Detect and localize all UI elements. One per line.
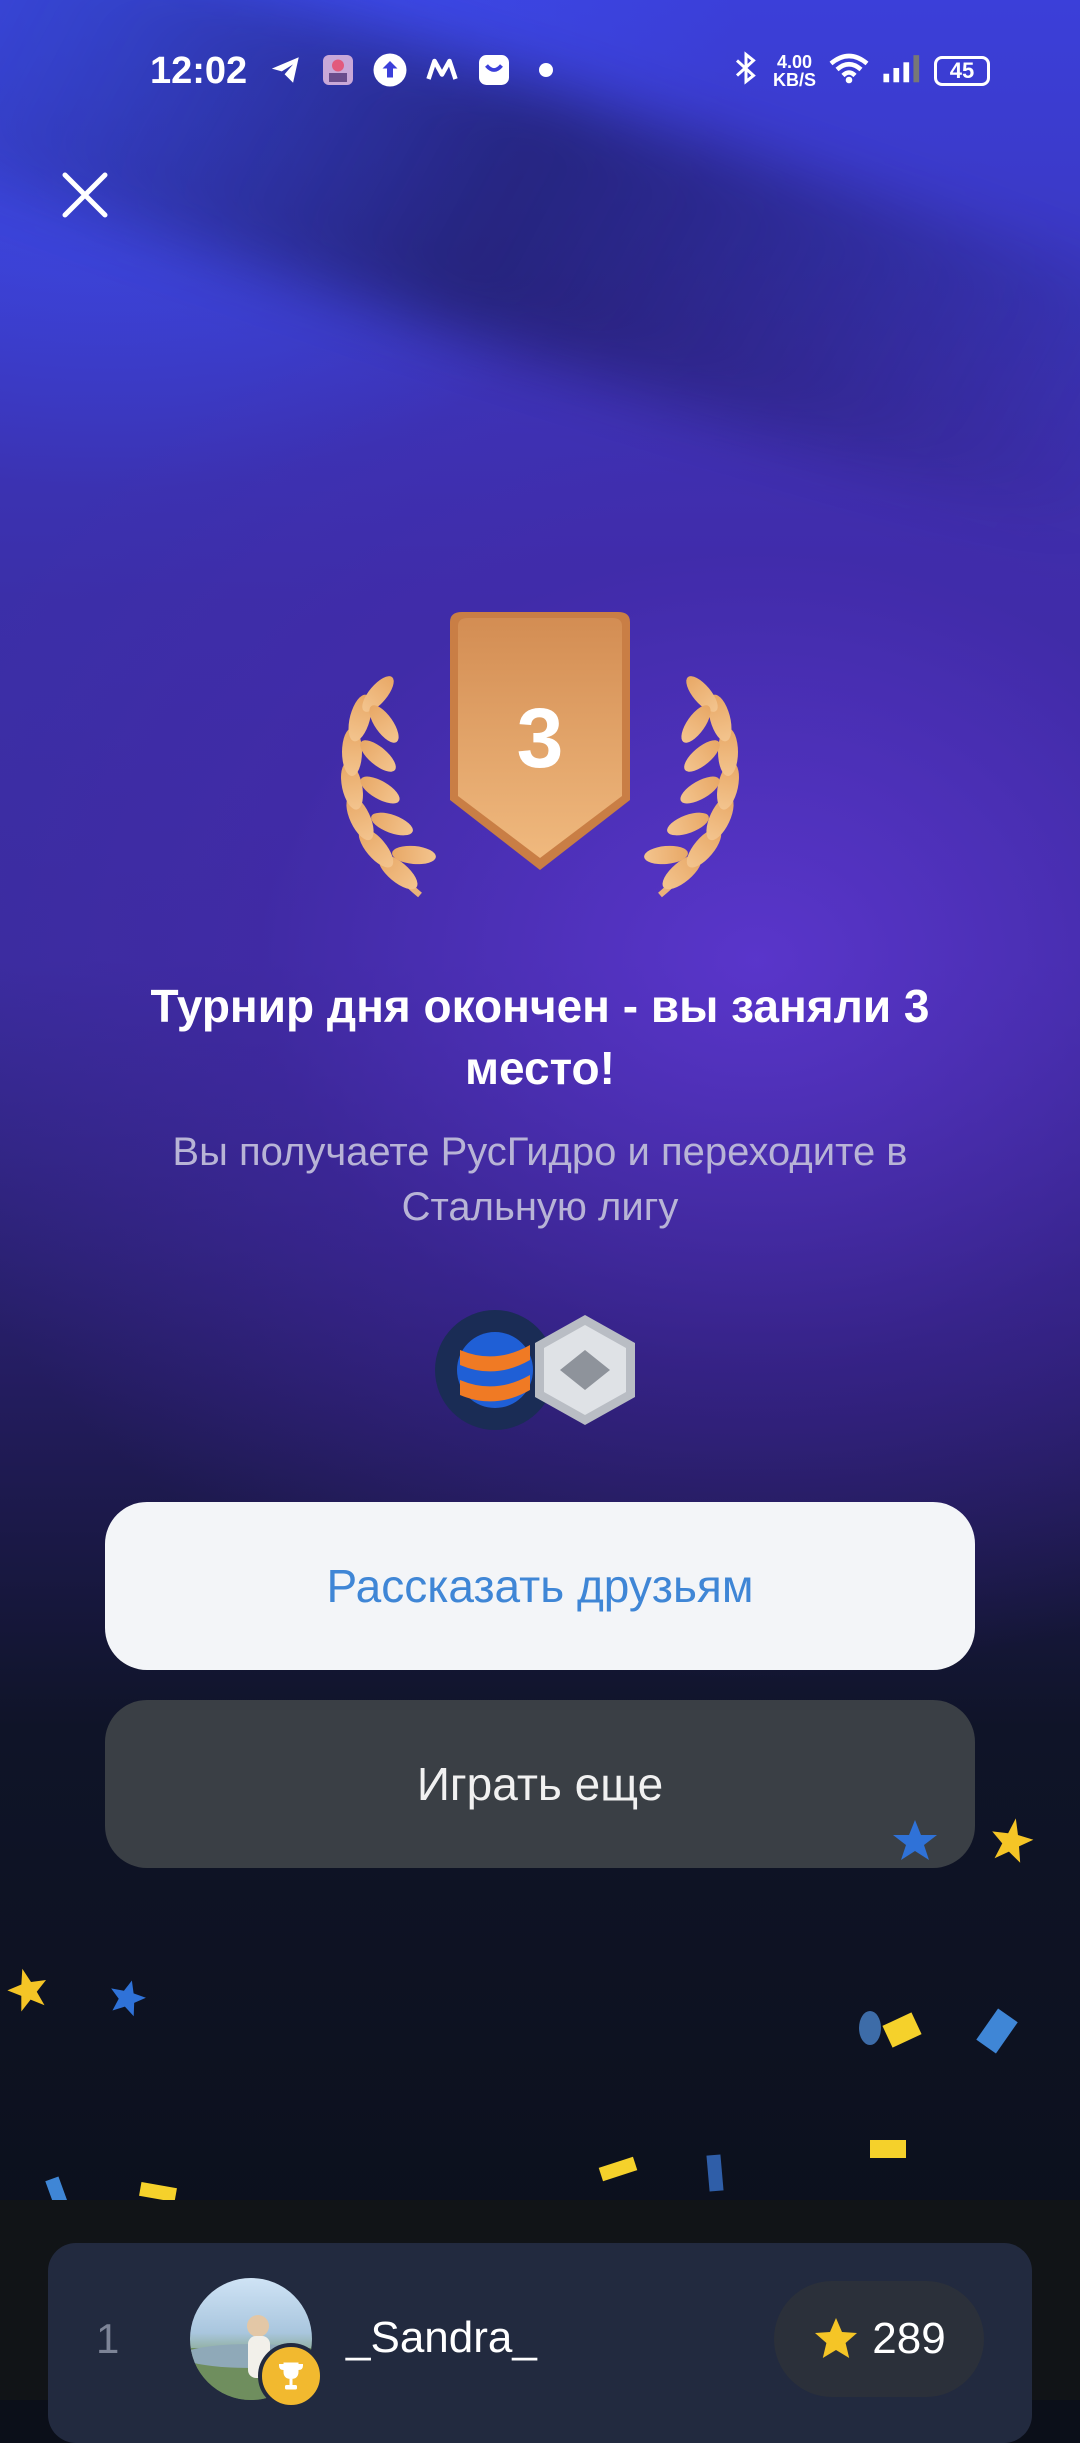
telegram-icon bbox=[268, 52, 304, 88]
score-value: 289 bbox=[872, 2314, 946, 2363]
shopping-bag-icon bbox=[476, 52, 512, 88]
share-with-friends-button[interactable]: Рассказать друзьям bbox=[105, 1502, 975, 1670]
notification-icons bbox=[268, 52, 564, 88]
place-number: 3 bbox=[516, 691, 564, 785]
network-speed-unit: KB/S bbox=[772, 69, 816, 90]
network-speed-value: 4.00 bbox=[776, 51, 813, 72]
leaderboard-rank: 1 bbox=[96, 2315, 120, 2362]
wifi-icon bbox=[828, 51, 870, 90]
steel-league-icon bbox=[535, 1315, 635, 1425]
close-button[interactable] bbox=[50, 160, 120, 230]
leaderboard-username: _Sandra_ bbox=[346, 2313, 537, 2362]
network-speed: 4.00 KB/S bbox=[773, 53, 816, 89]
status-time: 12:02 bbox=[150, 50, 248, 92]
status-bar: 12:02 4.00 KB/S 45 bbox=[0, 40, 1080, 100]
result-subtitle: Вы получаете РусГидро и переходите в Ста… bbox=[172, 1130, 908, 1229]
system-icons: 4.00 KB/S 45 bbox=[731, 50, 990, 91]
trophy-icon bbox=[258, 2343, 324, 2409]
app-photo-icon bbox=[320, 52, 356, 88]
star-icon bbox=[815, 2318, 858, 2358]
rewards-icons bbox=[435, 1310, 635, 1430]
leaderboard-row[interactable]: 1 _Sandra_ 289 bbox=[48, 2243, 1032, 2443]
score-badge: 289 bbox=[774, 2281, 984, 2397]
bluetooth-icon bbox=[731, 50, 761, 91]
battery-indicator: 45 bbox=[934, 55, 990, 86]
more-dot-icon bbox=[528, 52, 564, 88]
signal-icon bbox=[882, 52, 922, 89]
result-title: Турнир дня окончен - вы заняли 3 место! bbox=[150, 980, 930, 1094]
m-app-icon bbox=[424, 52, 460, 88]
confetti-decoration bbox=[7, 1818, 1034, 2210]
close-icon bbox=[62, 172, 108, 218]
upload-icon bbox=[372, 52, 408, 88]
